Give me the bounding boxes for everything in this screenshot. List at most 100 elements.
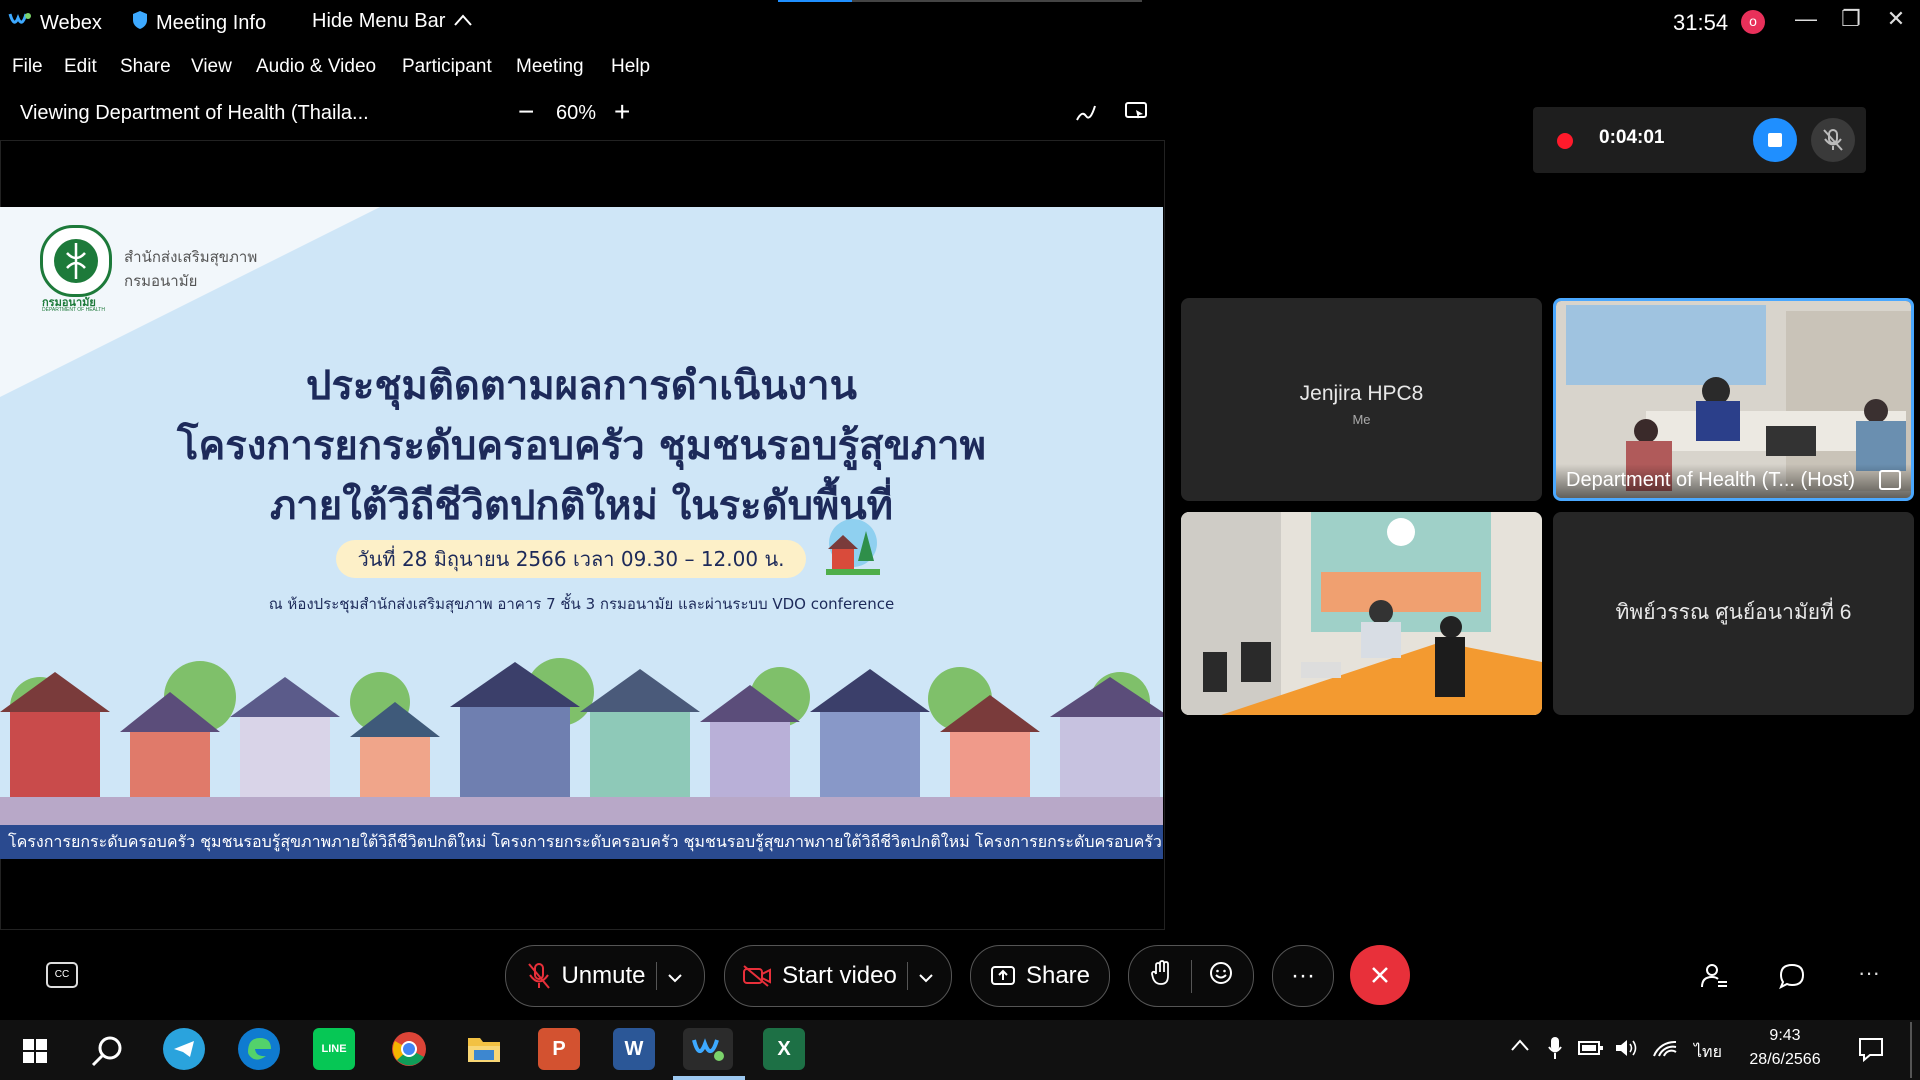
menu-edit[interactable]: Edit <box>64 56 97 78</box>
microphone-icon[interactable] <box>1548 1036 1562 1065</box>
remote-control-icon[interactable] <box>1124 100 1148 129</box>
app-name: Webex <box>40 11 102 34</box>
participant-me-label: Me <box>1352 412 1371 427</box>
mic-muted-icon <box>1823 129 1843 151</box>
zoom-in-button[interactable]: + <box>614 96 630 128</box>
recording-elapsed: 0:04:01 <box>1599 127 1665 148</box>
participant-tile-video-room[interactable] <box>1181 512 1542 715</box>
excel-icon[interactable]: X <box>763 1028 805 1070</box>
video-off-icon <box>743 965 772 987</box>
house-illustration-icon <box>822 517 884 579</box>
webex-app-menu[interactable]: Webex <box>8 10 102 36</box>
zoom-level: 60% <box>556 102 597 124</box>
chevron-up-icon <box>453 10 473 33</box>
sharing-icon <box>1879 470 1901 490</box>
stop-icon <box>1768 133 1782 147</box>
hide-menu-bar-button[interactable]: Hide Menu Bar <box>312 10 473 33</box>
active-app-indicator <box>673 1076 745 1080</box>
slide-title-line3: ภายใต้วิถีชีวิตปกติใหม่ ในระดับพื้นที่ <box>269 483 894 529</box>
logo-subcaption: DEPARTMENT OF HEALTH <box>42 307 105 313</box>
panel-more-icon[interactable]: ··· <box>1858 960 1880 986</box>
wifi-icon[interactable] <box>1652 1038 1678 1063</box>
menu-file[interactable]: File <box>12 56 43 78</box>
recording-badge-icon: o <box>1741 10 1765 34</box>
shared-slide: กรมอนามัย DEPARTMENT OF HEALTH สำนักส่งเ… <box>0 207 1163 859</box>
share-screen-icon <box>990 966 1015 985</box>
menu-help[interactable]: Help <box>611 56 650 78</box>
notifications-icon[interactable] <box>1858 1036 1884 1067</box>
chrome-icon[interactable] <box>388 1028 430 1070</box>
viewing-bar: Viewing Department of Health (Thaila... … <box>0 94 1165 136</box>
chevron-down-icon[interactable] <box>906 962 934 990</box>
meeting-info-label: Meeting Info <box>156 11 267 34</box>
input-language[interactable]: ไทย <box>1694 1040 1722 1065</box>
participants-panel-icon[interactable] <box>1700 962 1728 995</box>
close-icon <box>1372 967 1388 983</box>
volume-icon[interactable] <box>1614 1038 1638 1063</box>
menu-participant[interactable]: Participant <box>402 56 492 78</box>
org-name-line1: สำนักส่งเสริมสุขภาพ <box>124 248 258 266</box>
menu-meeting[interactable]: Meeting <box>516 56 584 78</box>
edge-browser-icon[interactable] <box>238 1028 280 1070</box>
system-clock[interactable]: 9:43 28/6/2566 <box>1740 1024 1830 1072</box>
recorder-mic-muted-button[interactable] <box>1811 118 1855 162</box>
menu-view[interactable]: View <box>191 56 232 78</box>
meeting-timer: 31:54 <box>1673 10 1729 35</box>
menu-bar: File Edit Share View Audio & Video Parti… <box>0 52 800 86</box>
participant-tile-4[interactable]: ทิพย์วรรณ ศูนย์อนามัยที่ 6 <box>1553 512 1914 715</box>
reactions-emoji-icon[interactable] <box>1192 960 1252 993</box>
slide-ticker: โครงการยกระดับครอบครัว ชุมชนรอบรู้สุขภาพ… <box>0 825 1163 859</box>
meeting-venue: ณ ห้องประชุมสำนักส่งเสริมสุขภาพ อาคาร 7 … <box>268 595 895 613</box>
line-app-icon[interactable]: LINE <box>313 1028 355 1070</box>
slide-title-line2: โครงการยกระดับครอบครัว ชุมชนรอบรู้สุขภาพ <box>176 423 987 469</box>
raise-hand-icon[interactable] <box>1131 959 1192 993</box>
progress-track <box>852 0 1142 2</box>
viewing-label: Viewing Department of Health (Thaila... <box>20 102 369 124</box>
participant-name-4: ทิพย์วรรณ ศูนย์อนามัยที่ 6 <box>1615 601 1852 624</box>
share-button[interactable]: Share <box>970 945 1110 1007</box>
windows-start-icon[interactable] <box>22 1038 48 1069</box>
zoom-out-button[interactable]: − <box>518 96 534 128</box>
participant-name-host: Department of Health (T... (Host) <box>1566 469 1855 491</box>
start-video-label: Start video <box>782 962 897 989</box>
share-label: Share <box>1025 962 1091 989</box>
word-icon[interactable]: W <box>613 1028 655 1070</box>
telegram-icon[interactable] <box>163 1028 205 1070</box>
webex-logo-icon <box>8 10 32 36</box>
battery-icon[interactable] <box>1578 1040 1604 1061</box>
webex-taskbar-icon[interactable] <box>683 1028 733 1070</box>
unmute-label: Unmute <box>561 962 646 989</box>
participant-tile-me[interactable]: Jenjira HPC8 Me <box>1181 298 1542 501</box>
clock-date: 28/6/2566 <box>1749 1051 1821 1068</box>
chat-icon[interactable] <box>1778 962 1806 995</box>
unmute-button[interactable]: Unmute <box>505 945 705 1007</box>
file-explorer-icon[interactable] <box>463 1028 505 1070</box>
stop-recording-button[interactable] <box>1753 118 1797 162</box>
reactions-group <box>1128 945 1254 1007</box>
closed-captions-icon[interactable]: CC <box>46 962 78 988</box>
menu-audio-video[interactable]: Audio & Video <box>256 56 376 78</box>
org-name-line2: กรมอนามัย <box>124 272 198 290</box>
chevron-up-icon[interactable] <box>1510 1038 1530 1057</box>
chevron-down-icon[interactable] <box>655 962 683 990</box>
more-options-button[interactable]: ··· <box>1272 945 1334 1007</box>
end-meeting-button[interactable] <box>1350 945 1410 1005</box>
department-logo-icon <box>40 225 112 297</box>
slide-title-line1: ประชุมติดตามผลการดำเนินงาน <box>306 363 857 409</box>
search-icon[interactable] <box>90 1034 124 1073</box>
participant-tile-host[interactable]: Department of Health (T... (Host) <box>1553 298 1914 501</box>
mic-muted-icon <box>528 963 551 989</box>
show-desktop-divider[interactable] <box>1910 1022 1912 1078</box>
annotate-pen-icon[interactable] <box>1074 100 1098 129</box>
minimize-icon[interactable]: — <box>1786 6 1826 32</box>
restore-icon[interactable]: ❐ <box>1831 6 1871 32</box>
powerpoint-icon[interactable]: P <box>538 1028 580 1070</box>
room-video-feed <box>1181 512 1542 715</box>
start-video-button[interactable]: Start video <box>724 945 952 1007</box>
shield-icon <box>132 10 148 36</box>
menu-share[interactable]: Share <box>120 56 171 78</box>
close-icon[interactable]: ✕ <box>1876 6 1916 32</box>
meeting-date-pill: วันที่ 28 มิถุนายน 2566 เวลา 09.30 – 12.… <box>336 540 806 578</box>
hide-menu-bar-label: Hide Menu Bar <box>312 10 446 32</box>
meeting-info-button[interactable]: Meeting Info <box>132 10 266 36</box>
